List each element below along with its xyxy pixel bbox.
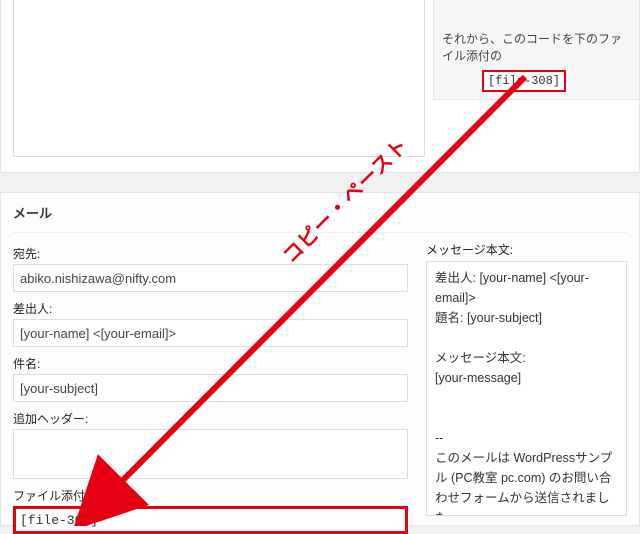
panel-gap: [0, 173, 640, 193]
form-code-textarea[interactable]: [13, 0, 425, 157]
mail-left-column: 宛先: 差出人: 件名: 追加ヘッダー: ファイル添付:: [13, 241, 408, 534]
additional-headers-label: 追加ヘッダー:: [13, 410, 88, 427]
mail-panel-heading: メール: [13, 201, 627, 233]
from-label: 差出人:: [13, 300, 52, 317]
subject-label: 件名:: [13, 355, 40, 372]
tip-code-highlight: [file-308]: [482, 70, 566, 92]
tip-text: それから、このコードを下のファイル添付の: [442, 30, 631, 64]
file-attach-input[interactable]: [13, 506, 408, 534]
subject-input[interactable]: [13, 374, 408, 402]
to-label: 宛先:: [13, 245, 40, 262]
upper-form-area: それから、このコードを下のファイル添付の [file-308]: [0, 0, 640, 173]
message-body-label: メッセージ本文:: [426, 241, 627, 258]
mail-columns: 宛先: 差出人: 件名: 追加ヘッダー: ファイル添付: メッセージ本文: 差出…: [13, 233, 627, 534]
mail-right-column: メッセージ本文: 差出人: [your-name] <[your-email]>…: [426, 241, 627, 534]
file-attach-label: ファイル添付:: [13, 487, 88, 504]
to-input[interactable]: [13, 264, 408, 292]
additional-headers-input[interactable]: [13, 429, 408, 479]
tip-box: それから、このコードを下のファイル添付の [file-308]: [433, 0, 639, 100]
message-body-textarea[interactable]: 差出人: [your-name] <[your-email]> 題名: [you…: [426, 261, 627, 516]
from-input[interactable]: [13, 319, 408, 347]
mail-panel: メール 宛先: 差出人: 件名: 追加ヘッダー: ファイル添付: メッセージ本文…: [0, 192, 640, 526]
